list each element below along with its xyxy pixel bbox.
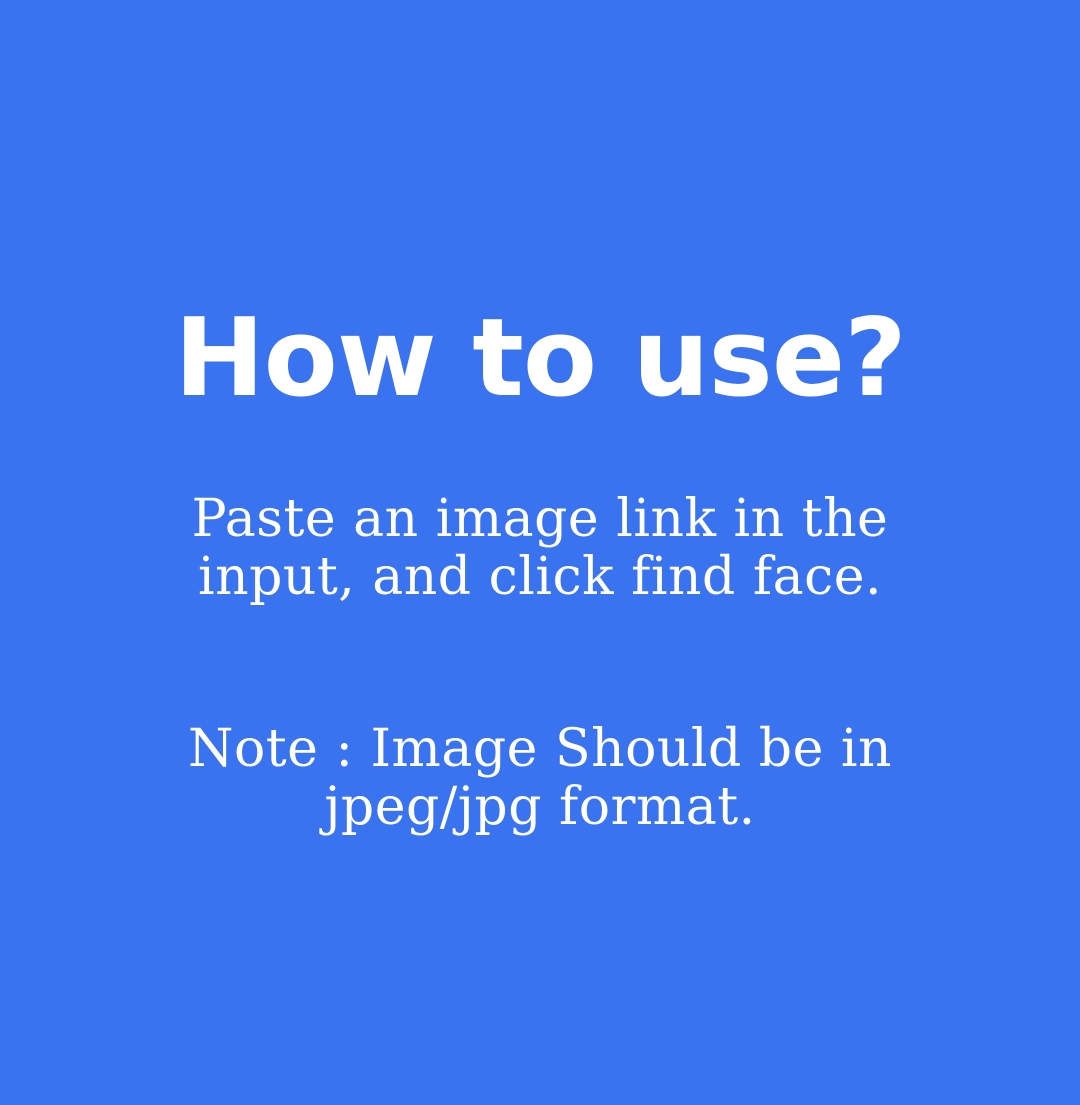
format-note: Note : Image Should be in jpeg/jpg forma… <box>20 720 1060 836</box>
instruction-line-2: input, and click find face. <box>197 547 883 607</box>
usage-instructions: Paste an image link in the input, and cl… <box>20 490 1060 606</box>
info-canvas: How to use? Paste an image link in the i… <box>0 0 1080 1105</box>
note-line-2: jpeg/jpg format. <box>324 777 756 837</box>
page-title: How to use? <box>174 296 906 422</box>
instruction-line-1: Paste an image link in the <box>191 489 889 549</box>
note-line-1: Note : Image Should be in <box>187 719 893 779</box>
